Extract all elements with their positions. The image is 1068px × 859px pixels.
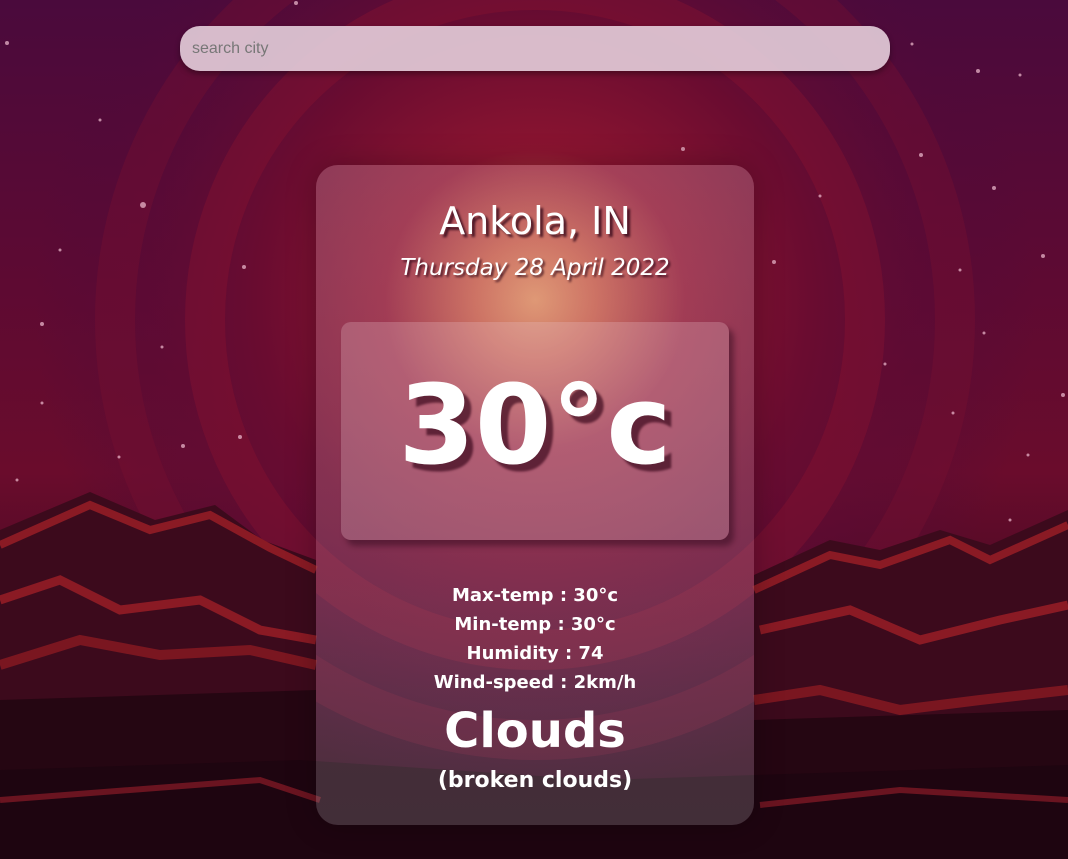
max-temp-stat: Max-temp : 30°c xyxy=(451,585,619,606)
temperature-panel: 30°c xyxy=(341,322,729,540)
weather-card: Ankola, IN Thursday 28 April 2022 30°c M… xyxy=(316,165,754,825)
min-temp-stat: Min-temp : 30°c xyxy=(454,614,616,635)
location-title: Ankola, IN xyxy=(439,199,631,243)
weather-stats: Max-temp : 30°c Min-temp : 30°c Humidity… xyxy=(316,581,754,697)
humidity-stat: Humidity : 74 xyxy=(466,643,604,664)
date-label: Thursday 28 April 2022 xyxy=(400,255,670,281)
search-city-input[interactable] xyxy=(180,26,890,71)
wind-speed-stat: Wind-speed : 2km/h xyxy=(433,672,637,693)
temperature-value: 30°c xyxy=(398,361,672,489)
weather-description: (broken clouds) xyxy=(437,768,633,793)
background-scene: Ankola, IN Thursday 28 April 2022 30°c M… xyxy=(0,0,1068,859)
weather-condition: Clouds xyxy=(444,703,626,759)
